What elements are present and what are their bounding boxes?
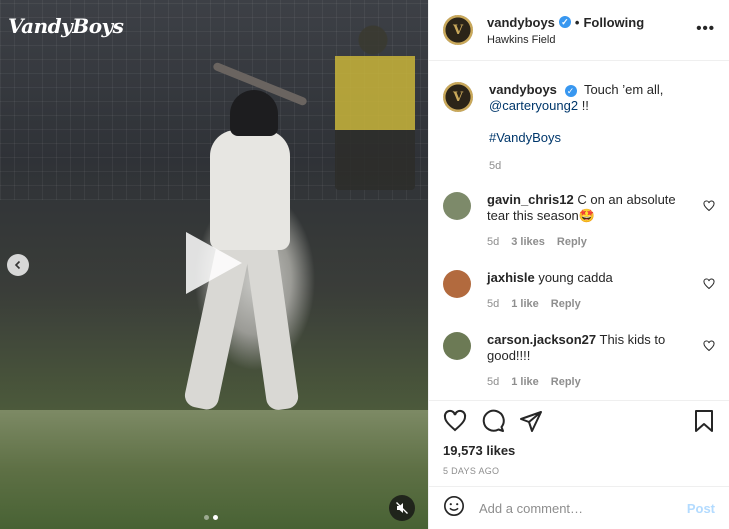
- vandyboys-logo: VandyBoys: [8, 14, 124, 38]
- add-comment-bar: Post: [429, 486, 729, 529]
- post-media[interactable]: VandyBoys: [0, 0, 428, 529]
- heart-icon[interactable]: [703, 278, 715, 290]
- post-button[interactable]: Post: [687, 501, 715, 516]
- list-item: carson.jackson27 This kids to good!!!! 5…: [443, 332, 715, 390]
- reply-button[interactable]: Reply: [557, 234, 587, 250]
- like-heart-icon[interactable]: [443, 409, 467, 438]
- avatar[interactable]: V: [443, 82, 473, 112]
- comment-time[interactable]: 5d: [487, 296, 499, 312]
- play-icon[interactable]: [186, 232, 242, 294]
- caption: V vandyboys ✓ Touch ’em all, @carteryoun…: [429, 62, 729, 174]
- emoji-icon[interactable]: [443, 495, 465, 522]
- comment-time[interactable]: 5d: [487, 234, 499, 250]
- hashtag-link[interactable]: #VandyBoys: [489, 130, 561, 145]
- header-username[interactable]: vandyboys: [487, 15, 555, 30]
- avatar[interactable]: [443, 192, 471, 220]
- carousel-dot-active: [213, 515, 218, 520]
- post-sidebar: V vandyboys ✓ • Following Hawkins Field …: [428, 0, 729, 529]
- list-item: gavin_chris12 C on an absolute tear this…: [443, 192, 715, 250]
- avatar[interactable]: V: [443, 15, 473, 45]
- caption-time[interactable]: 5d: [489, 158, 663, 174]
- post-date: 5 DAYS AGO: [443, 466, 500, 476]
- comments-list[interactable]: V vandyboys ✓ Touch ’em all, @carteryoun…: [429, 62, 729, 400]
- likes-count[interactable]: 19,573 likes: [443, 443, 715, 458]
- post-header: V vandyboys ✓ • Following Hawkins Field …: [429, 0, 729, 61]
- comment-likes[interactable]: 1 like: [511, 296, 539, 312]
- reply-button[interactable]: Reply: [551, 374, 581, 390]
- carousel-dot: [204, 515, 209, 520]
- carousel-indicator: [204, 515, 218, 520]
- more-options-icon[interactable]: •••: [696, 20, 715, 37]
- comment-input[interactable]: [479, 500, 687, 516]
- mention-link[interactable]: @carteryoung2: [489, 98, 578, 113]
- comment-text: young cadda: [538, 270, 613, 285]
- comment-username[interactable]: jaxhisle: [487, 270, 535, 285]
- comment-username[interactable]: gavin_chris12: [487, 192, 574, 207]
- verified-badge-icon: ✓: [564, 85, 577, 97]
- heart-icon[interactable]: [703, 200, 715, 212]
- location-link[interactable]: Hawkins Field: [487, 34, 644, 46]
- avatar[interactable]: [443, 332, 471, 360]
- reply-button[interactable]: Reply: [551, 296, 581, 312]
- comment-time[interactable]: 5d: [487, 374, 499, 390]
- comment-likes[interactable]: 1 like: [511, 374, 539, 390]
- following-button[interactable]: Following: [583, 15, 644, 30]
- avatar[interactable]: [443, 270, 471, 298]
- comment-bubble-icon[interactable]: [481, 409, 505, 438]
- post-actions: 19,573 likes 5 DAYS AGO: [429, 400, 729, 485]
- caption-username[interactable]: vandyboys: [489, 82, 557, 97]
- comment-likes[interactable]: 3 likes: [511, 234, 545, 250]
- spectator-figure: [335, 20, 415, 190]
- header-separator: •: [574, 14, 580, 30]
- list-item: jaxhisle young cadda 5d 1 like Reply: [443, 270, 715, 312]
- caption-text: Touch ’em all,: [583, 82, 664, 97]
- muted-speaker-icon[interactable]: [389, 495, 415, 521]
- caption-text-end: !!: [578, 98, 589, 113]
- heart-icon[interactable]: [703, 340, 715, 352]
- comment-username[interactable]: carson.jackson27: [487, 332, 596, 347]
- chevron-left-icon[interactable]: [7, 254, 29, 276]
- verified-badge-icon: ✓: [558, 16, 571, 28]
- share-send-icon[interactable]: [519, 409, 543, 438]
- bookmark-icon[interactable]: [693, 409, 715, 438]
